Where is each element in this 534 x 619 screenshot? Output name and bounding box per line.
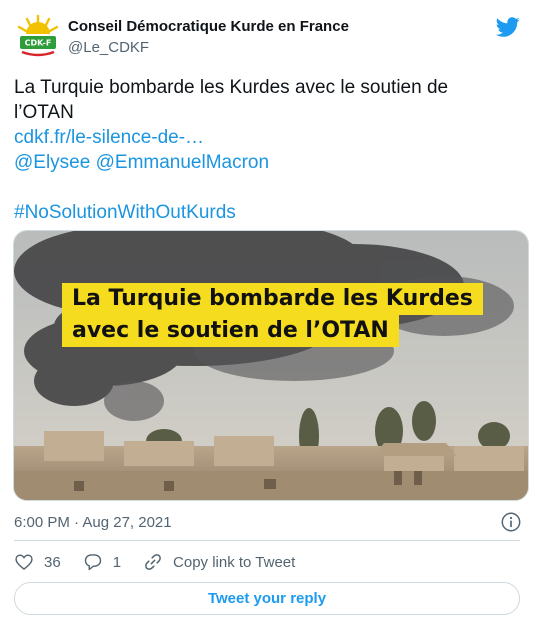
- divider: [14, 540, 520, 541]
- cdkf-logo: CDK-F: [14, 12, 62, 60]
- author-handle[interactable]: @Le_CDKF: [68, 38, 349, 57]
- copy-link-label: Copy link to Tweet: [173, 553, 296, 571]
- tweet-text: La Turquie bombarde les Kurdes avec le s…: [14, 75, 519, 225]
- avatar-text: CDK-F: [25, 39, 52, 48]
- image-headline-line: avec le soutien de l’OTAN: [62, 315, 399, 347]
- copy-link-button[interactable]: Copy link to Tweet: [143, 552, 295, 572]
- twitter-bird-icon[interactable]: [496, 15, 520, 39]
- reply-count: 1: [112, 553, 122, 571]
- tweet-text-line: l’OTAN: [14, 102, 74, 123]
- info-icon[interactable]: [500, 511, 522, 533]
- tweet-link[interactable]: cdkf.fr/le-silence-de-…: [14, 125, 519, 150]
- image-headline: La Turquie bombarde les Kurdes avec le s…: [62, 283, 483, 347]
- reply-icon: [84, 554, 101, 571]
- action-bar: 36 1 Copy link to Tweet: [14, 549, 317, 575]
- author-block[interactable]: Conseil Démocratique Kurde en France @Le…: [68, 17, 349, 57]
- like-button[interactable]: 36: [14, 552, 61, 572]
- mention-macron[interactable]: @EmmanuelMacron: [96, 152, 269, 173]
- tweet-card: CDK-F Conseil Démocratique Kurde en Fran…: [0, 0, 534, 619]
- avatar[interactable]: CDK-F: [14, 12, 62, 60]
- mention-elysee[interactable]: @Elysee: [14, 152, 90, 173]
- smoke-photo: [14, 231, 528, 500]
- like-count: 36: [44, 553, 61, 571]
- tweet-text-line: La Turquie bombarde les Kurdes avec le s…: [14, 77, 449, 98]
- link-icon: [145, 554, 161, 570]
- image-headline-line: La Turquie bombarde les Kurdes: [62, 283, 483, 315]
- heart-icon: [15, 554, 33, 570]
- reply-count-button[interactable]: 1: [83, 552, 121, 572]
- tweet-image[interactable]: La Turquie bombarde les Kurdes avec le s…: [13, 230, 529, 501]
- author-name[interactable]: Conseil Démocratique Kurde en France: [68, 17, 349, 36]
- tweet-your-reply-button[interactable]: Tweet your reply: [14, 582, 520, 615]
- hashtag[interactable]: #NoSolutionWithOutKurds: [14, 200, 519, 225]
- timestamp[interactable]: 6:00 PM · Aug 27, 2021: [14, 514, 172, 531]
